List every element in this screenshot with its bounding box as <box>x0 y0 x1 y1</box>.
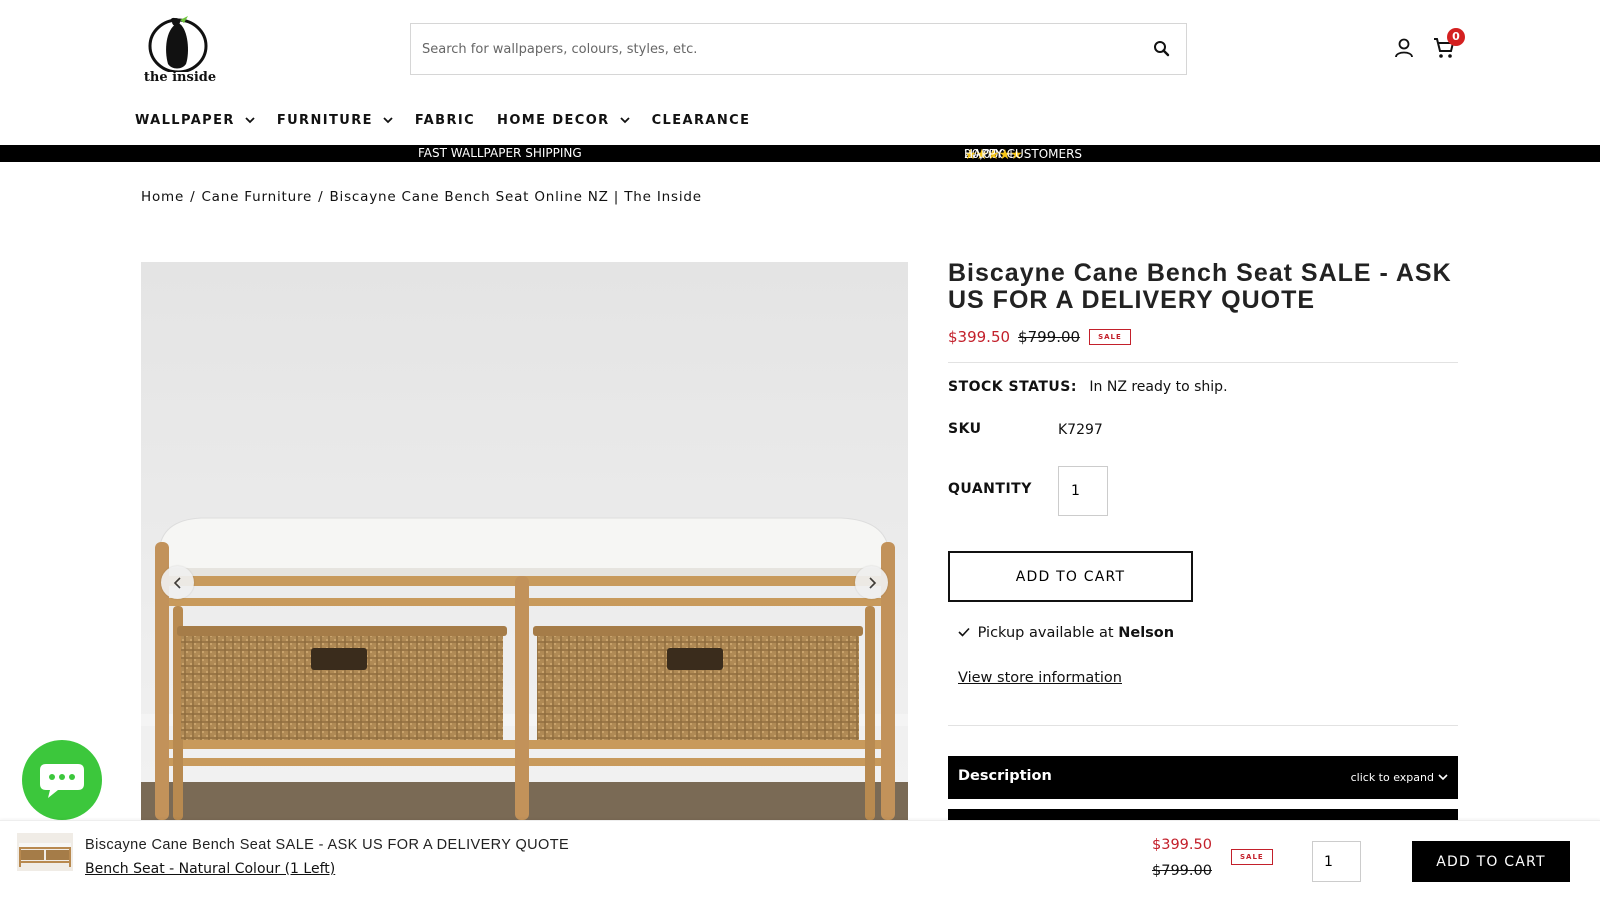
promo-bar: FAST WALLPAPER SHIPPING 20,000+ ★★★★★ HA… <box>0 145 1600 163</box>
chevron-left-icon <box>173 576 181 589</box>
view-store-information-link[interactable]: View store information <box>958 670 1122 686</box>
sale-price: $399.50 <box>948 328 1011 346</box>
sticky-sale-price: $399.50 <box>1152 837 1212 853</box>
expand-hint: click to expand <box>1351 771 1448 784</box>
sku-label: SKU <box>948 421 982 437</box>
site-header: the inside 0 WALLPAPER FURNITURE FABRIC … <box>0 0 1600 145</box>
divider <box>948 725 1458 726</box>
chevron-down-icon <box>245 116 255 123</box>
promo-customers-label: HAPPY CUSTOMERS <box>964 147 1083 161</box>
nav-item-label: CLEARANCE <box>651 112 751 128</box>
sticky-add-to-cart-button[interactable]: ADD TO CART <box>1412 841 1570 882</box>
chat-icon <box>40 764 84 798</box>
promo-shipping: FAST WALLPAPER SHIPPING <box>418 146 582 160</box>
pickup-location: Nelson <box>1118 625 1175 641</box>
main-nav: WALLPAPER FURNITURE FABRIC HOME DECOR CL… <box>135 110 772 130</box>
price-row: $399.50 $799.00 SALE <box>948 328 1131 346</box>
pickup-text: Pickup available at <box>977 625 1114 641</box>
breadcrumb-category[interactable]: Cane Furniture <box>201 189 312 205</box>
add-to-cart-button[interactable]: ADD TO CART <box>948 551 1193 602</box>
sale-badge: SALE <box>1089 329 1131 345</box>
chevron-down-icon <box>619 116 630 123</box>
nav-item-label: HOME DECOR <box>497 112 610 128</box>
nav-item-fabric[interactable]: FABRIC <box>415 110 475 130</box>
chevron-down-icon <box>383 116 393 123</box>
nav-item-home-decor[interactable]: HOME DECOR <box>497 110 630 130</box>
quantity-input[interactable] <box>1058 466 1108 516</box>
stock-status: STOCK STATUS: In NZ ready to ship. <box>948 379 1228 395</box>
sticky-product-title: Biscayne Cane Bench Seat SALE - ASK US F… <box>85 837 570 853</box>
stock-status-value: In NZ ready to ship. <box>1089 379 1228 395</box>
search-input[interactable] <box>411 24 1131 74</box>
product-title: Biscayne Cane Bench Seat SALE - ASK US F… <box>948 259 1452 314</box>
cart-count-badge: 0 <box>1447 28 1465 46</box>
original-price: $799.00 <box>1018 328 1081 346</box>
sticky-cart-bar: Biscayne Cane Bench Seat SALE - ASK US F… <box>0 820 1600 900</box>
search-icon[interactable] <box>1152 39 1172 59</box>
chevron-right-icon <box>868 576 876 589</box>
description-accordion[interactable]: Description click to expand <box>948 756 1458 799</box>
pickup-availability: Pickup available at Nelson <box>958 625 1174 641</box>
breadcrumb: Home / Cane Furniture / Biscayne Cane Bench … <box>141 189 702 205</box>
sticky-variant-selector[interactable]: Bench Seat - Natural Colour (1 Left) <box>85 861 335 877</box>
sticky-sale-badge: SALE <box>1231 849 1273 865</box>
quantity-label: QUANTITY <box>948 481 1032 497</box>
account-icon[interactable] <box>1393 37 1415 59</box>
search-bar <box>410 23 1187 75</box>
sticky-product-thumbnail <box>17 833 73 871</box>
sku-value: K7297 <box>1058 422 1103 438</box>
gallery-prev-button[interactable] <box>161 566 194 599</box>
nav-item-clearance[interactable]: CLEARANCE <box>652 110 751 130</box>
logo-wordmark: the inside <box>143 70 217 85</box>
breadcrumb-separator: / <box>318 189 324 205</box>
penguin-logo-icon <box>148 16 208 72</box>
product-image <box>141 262 908 820</box>
stock-status-label: STOCK STATUS: <box>948 379 1077 395</box>
description-label: Description <box>958 768 1052 784</box>
sticky-original-price: $799.00 <box>1152 863 1212 879</box>
breadcrumb-home[interactable]: Home <box>141 189 184 205</box>
nav-item-label: FURNITURE <box>276 112 373 128</box>
chat-widget-button[interactable] <box>22 740 102 820</box>
nav-item-label: FABRIC <box>414 112 476 128</box>
product-image-gallery[interactable] <box>141 262 908 820</box>
checkmark-icon <box>958 627 970 637</box>
nav-item-wallpaper[interactable]: WALLPAPER <box>135 110 255 130</box>
breadcrumb-current: Biscayne Cane Bench Seat Online NZ | The… <box>329 189 702 205</box>
chevron-down-icon <box>1438 774 1448 781</box>
site-logo[interactable]: the inside <box>140 10 220 88</box>
nav-item-furniture[interactable]: FURNITURE <box>277 110 393 130</box>
divider <box>948 362 1458 363</box>
sticky-quantity-input[interactable] <box>1312 841 1361 882</box>
gallery-next-button[interactable] <box>855 566 888 599</box>
nav-item-label: WALLPAPER <box>135 112 235 128</box>
breadcrumb-separator: / <box>190 189 196 205</box>
expand-hint-text: click to expand <box>1350 771 1434 784</box>
